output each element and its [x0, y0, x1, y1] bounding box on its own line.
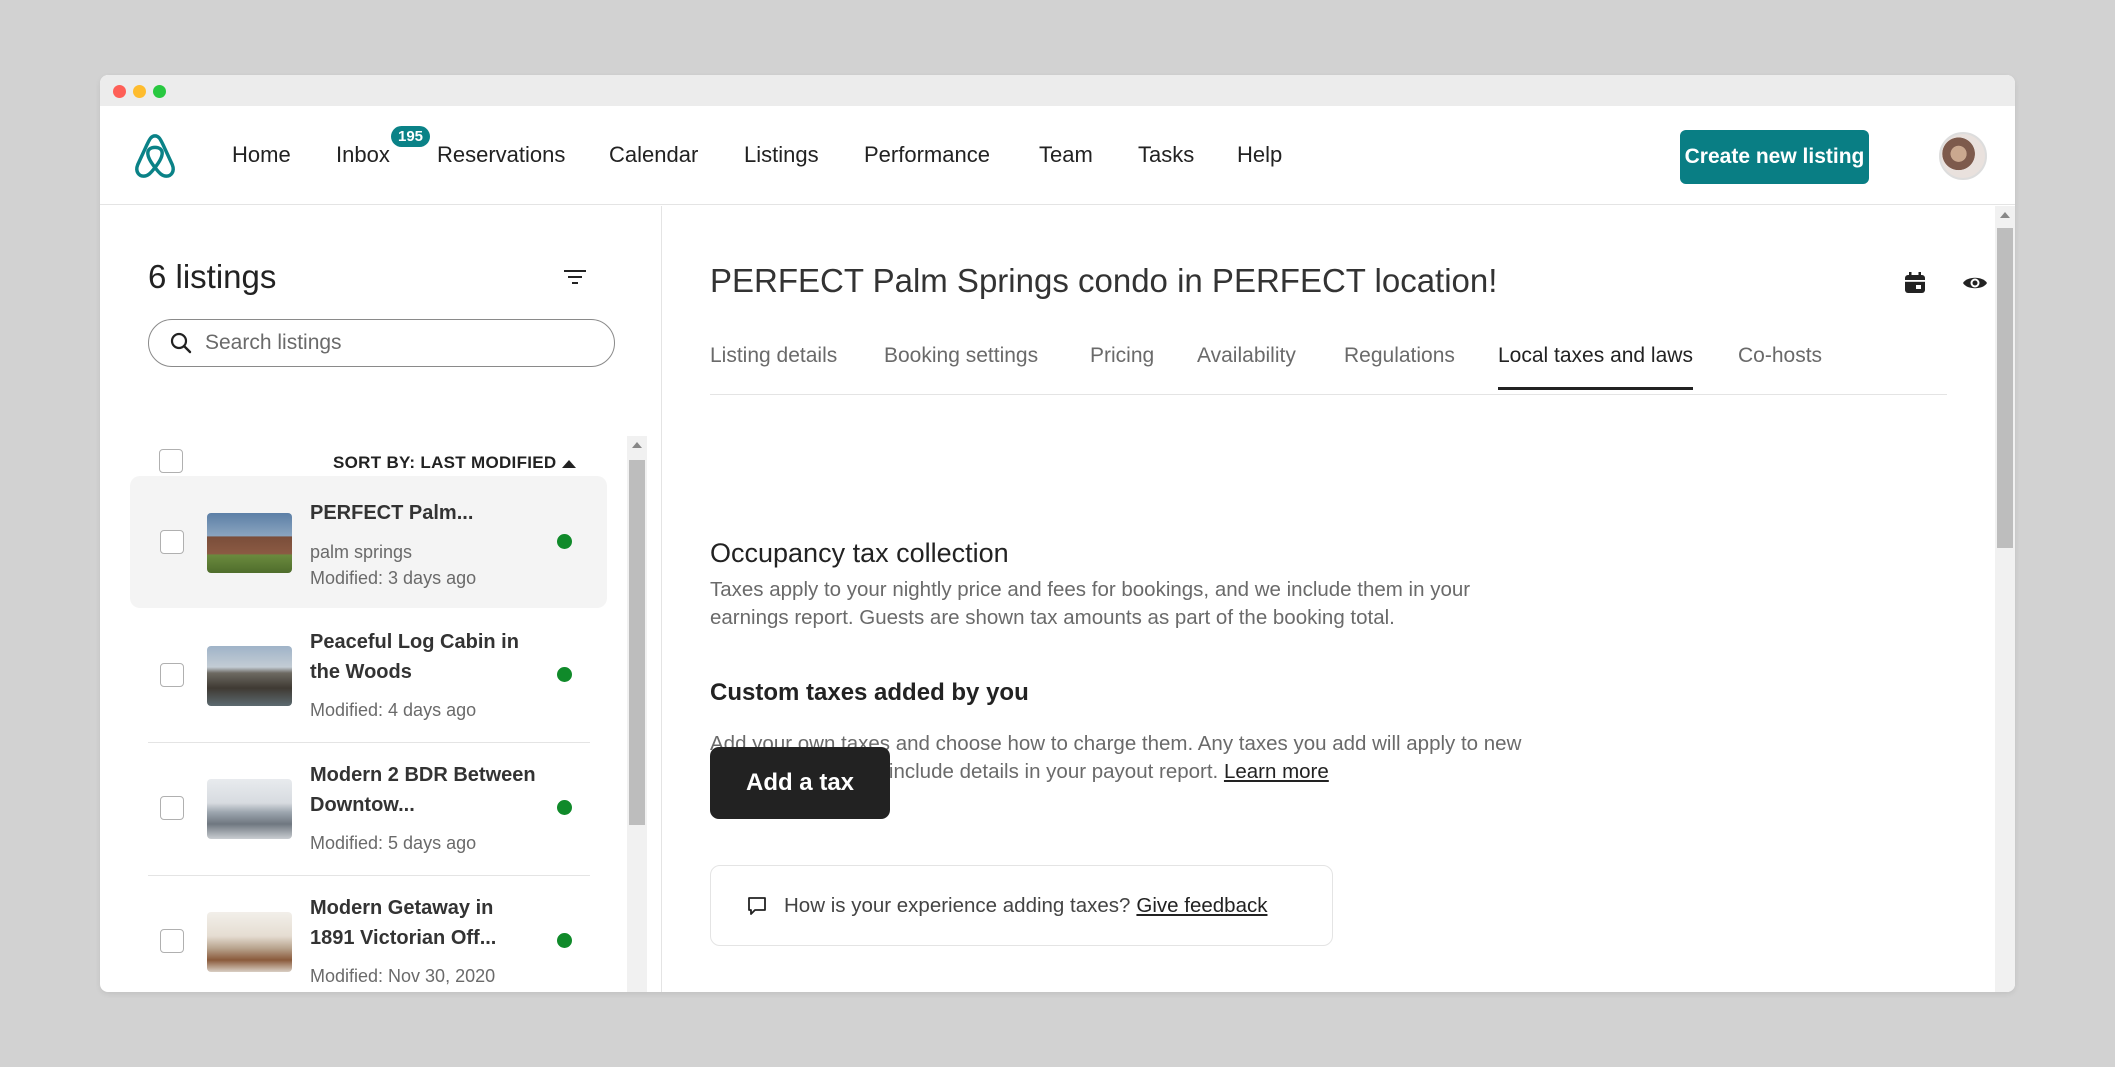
listing-status-dot	[557, 800, 572, 815]
scroll-up-arrow-icon[interactable]	[2000, 212, 2010, 218]
preview-eye-icon[interactable]	[1960, 268, 1990, 298]
listing-checkbox[interactable]	[160, 663, 184, 687]
tab-local-taxes-and-laws[interactable]: Local taxes and laws	[1498, 344, 1693, 390]
nav-listings[interactable]: Listings	[744, 142, 819, 168]
listing-thumbnail	[207, 646, 292, 706]
inbox-badge: 195	[391, 126, 431, 147]
listing-status-dot	[557, 534, 572, 549]
nav-inbox[interactable]: Inbox	[336, 142, 390, 168]
app-window: Home Inbox 195 Reservations Calendar Lis…	[100, 75, 2015, 992]
tab-co-hosts[interactable]: Co-hosts	[1738, 344, 1822, 368]
occupancy-tax-description: Taxes apply to your nightly price and fe…	[710, 578, 1471, 629]
listing-tabs: Listing details Booking settings Pricing…	[710, 330, 1947, 395]
listing-page-title: PERFECT Palm Springs condo in PERFECT lo…	[710, 262, 1498, 299]
nav-reservations[interactable]: Reservations	[437, 142, 565, 168]
nav-tasks[interactable]: Tasks	[1138, 142, 1194, 168]
listing-checkbox[interactable]	[160, 929, 184, 953]
search-box[interactable]	[148, 319, 615, 367]
tab-regulations[interactable]: Regulations	[1344, 344, 1455, 368]
custom-taxes-heading: Custom taxes added by you	[710, 679, 1029, 706]
nav-calendar[interactable]: Calendar	[609, 142, 698, 168]
give-feedback-link[interactable]: Give feedback	[1136, 894, 1267, 918]
listing-status-dot	[557, 933, 572, 948]
main-scrollbar[interactable]	[1995, 206, 2015, 992]
add-a-tax-button[interactable]: Add a tax	[710, 747, 890, 819]
sort-arrow-up-icon[interactable]	[562, 460, 576, 468]
nav-team[interactable]: Team	[1039, 142, 1093, 168]
sort-label[interactable]: SORT BY: LAST MODIFIED	[333, 453, 557, 473]
listing-title: PERFECT Palm...	[310, 502, 474, 524]
listing-title: Modern Getaway in 1891 Victorian Off...	[310, 897, 497, 949]
minimize-window-button[interactable]	[133, 85, 146, 98]
close-window-button[interactable]	[113, 85, 126, 98]
airbnb-logo-icon[interactable]	[132, 131, 178, 181]
listing-location: palm springs	[310, 542, 413, 562]
tab-booking-settings[interactable]: Booking settings	[884, 344, 1038, 368]
listing-modified: Modified: 5 days ago	[310, 833, 477, 853]
create-new-listing-button[interactable]: Create new listing	[1680, 130, 1869, 184]
learn-more-link[interactable]: Learn more	[1224, 760, 1329, 783]
listings-scrollbar[interactable]	[627, 436, 647, 992]
search-icon	[170, 332, 192, 354]
speech-bubble-icon	[748, 896, 766, 915]
scrollbar-thumb[interactable]	[629, 460, 645, 825]
maximize-window-button[interactable]	[153, 85, 166, 98]
listing-title: Modern 2 BDR Between Downtow...	[310, 764, 536, 816]
scroll-up-arrow-icon[interactable]	[632, 442, 642, 448]
scrollbar-thumb[interactable]	[1997, 228, 2013, 548]
nav-performance[interactable]: Performance	[864, 142, 990, 168]
listings-sidebar: 6 listings SORT BY: LAST MODIFIED PERFEC…	[100, 206, 662, 992]
listing-row[interactable]: Modern 2 BDR Between Downtow... Modified…	[130, 742, 607, 874]
search-input[interactable]	[205, 331, 585, 355]
calendar-icon[interactable]	[1900, 268, 1930, 298]
listing-row[interactable]: PERFECT Palm... palm springs Modified: 3…	[130, 476, 607, 608]
listing-thumbnail	[207, 779, 292, 839]
user-avatar[interactable]	[1939, 132, 1987, 180]
listing-row[interactable]: Modern Getaway in 1891 Victorian Off... …	[130, 875, 607, 992]
listing-checkbox[interactable]	[160, 796, 184, 820]
select-all-checkbox[interactable]	[159, 449, 183, 473]
nav-home[interactable]: Home	[232, 142, 291, 168]
listing-editor: PERFECT Palm Springs condo in PERFECT lo…	[663, 206, 2015, 992]
listing-title: Peaceful Log Cabin in the Woods	[310, 631, 519, 683]
listings-count-title: 6 listings	[148, 258, 277, 295]
listing-checkbox[interactable]	[160, 530, 184, 554]
title-bar	[100, 75, 2015, 106]
tab-availability[interactable]: Availability	[1197, 344, 1296, 368]
nav-help[interactable]: Help	[1237, 142, 1282, 168]
listing-status-dot	[557, 667, 572, 682]
listing-row[interactable]: Peaceful Log Cabin in the Woods Modified…	[130, 609, 607, 741]
feedback-text: How is your experience adding taxes?	[784, 893, 1131, 917]
listing-thumbnail	[207, 912, 292, 972]
feedback-box: How is your experience adding taxes? Giv…	[710, 865, 1333, 946]
listing-modified: Modified: 4 days ago	[310, 700, 477, 720]
tab-listing-details[interactable]: Listing details	[710, 344, 837, 368]
tab-pricing[interactable]: Pricing	[1090, 344, 1154, 368]
listing-thumbnail	[207, 513, 292, 573]
top-navigation: Home Inbox 195 Reservations Calendar Lis…	[100, 106, 2015, 205]
listings-list: SORT BY: LAST MODIFIED PERFECT Palm... p…	[100, 436, 627, 992]
filter-icon[interactable]	[562, 266, 588, 288]
occupancy-tax-heading: Occupancy tax collection	[710, 538, 1009, 568]
listing-modified: Modified: Nov 30, 2020	[310, 966, 496, 986]
listing-modified: Modified: 3 days ago	[310, 568, 477, 588]
